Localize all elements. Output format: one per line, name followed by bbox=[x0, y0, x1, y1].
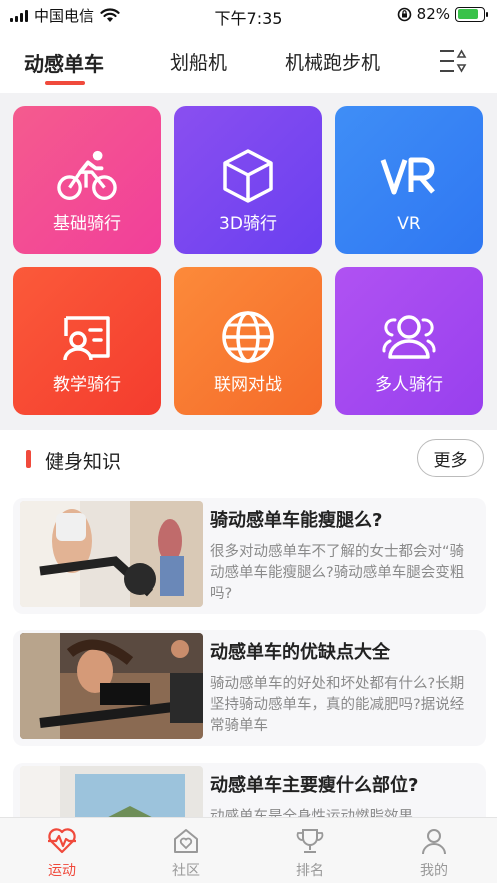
community-icon bbox=[174, 829, 198, 853]
nav-label: 运动 bbox=[48, 863, 76, 879]
battery-fill bbox=[457, 9, 478, 19]
mode-label: 3D骑行 bbox=[219, 214, 277, 234]
mode-tile-3d-ride[interactable]: 3D骑行 bbox=[174, 106, 322, 254]
mode-label: VR bbox=[397, 214, 421, 234]
article-title: 动感单车的优缺点大全 bbox=[210, 642, 390, 663]
tab-spin-bike[interactable]: 动感单车 bbox=[24, 48, 104, 77]
trophy-icon bbox=[296, 829, 324, 853]
nav-label: 社区 bbox=[172, 863, 200, 879]
battery-icon bbox=[455, 6, 488, 22]
nav-label: 我的 bbox=[420, 863, 448, 879]
group-icon bbox=[382, 315, 436, 359]
nav-item-profile[interactable]: 我的 bbox=[372, 818, 496, 883]
section-accent-bar bbox=[26, 450, 31, 468]
article-description: 骑动感单车的好处和坏处都有什么?长期坚持骑动感单车，真的能减肥吗?据说经常骑单车 bbox=[210, 676, 465, 734]
sort-menu-icon[interactable] bbox=[437, 44, 467, 78]
mode-grid: 基础骑行 3D骑行 VR 教学骑行 联网对战 多人骑行 bbox=[0, 93, 497, 430]
user-icon bbox=[422, 829, 446, 855]
mode-label: 多人骑行 bbox=[375, 375, 443, 395]
nav-item-ranking[interactable]: 排名 bbox=[248, 818, 372, 883]
tab-rowing-machine[interactable]: 划船机 bbox=[170, 48, 227, 75]
status-right: 82% bbox=[397, 5, 488, 23]
article-thumbnail bbox=[20, 633, 203, 739]
mode-label: 联网对战 bbox=[214, 375, 282, 395]
top-tabs: 动感单车 划船机 机械跑步机 bbox=[0, 38, 497, 90]
article-title: 骑动感单车能瘦腿么? bbox=[210, 510, 383, 531]
article-thumbnail bbox=[20, 501, 203, 607]
mode-tile-vr[interactable]: VR bbox=[335, 106, 483, 254]
teaching-icon bbox=[63, 316, 110, 361]
nav-item-community[interactable]: 社区 bbox=[124, 818, 248, 883]
mode-tile-online-battle[interactable]: 联网对战 bbox=[174, 267, 322, 415]
mode-tile-basic-ride[interactable]: 基础骑行 bbox=[13, 106, 161, 254]
mode-tile-multiplayer-ride[interactable]: 多人骑行 bbox=[335, 267, 483, 415]
section-title: 健身知识 bbox=[45, 451, 122, 473]
status-bar: 中国电信 下午7:35 82% bbox=[0, 0, 497, 30]
article-card[interactable]: 动感单车的优缺点大全 骑动感单车的好处和坏处都有什么?长期坚持骑动感单车，真的能… bbox=[13, 630, 486, 746]
article-card[interactable]: 骑动感单车能瘦腿么? 很多对动感单车不了解的女士都会对“骑动感单车能瘦腿么?骑动… bbox=[13, 498, 486, 614]
vr-icon bbox=[380, 157, 435, 195]
article-title: 动感单车主要瘦什么部位? bbox=[210, 775, 419, 796]
bottom-nav: 运动 社区 排名 我的 bbox=[0, 817, 497, 883]
cube-icon bbox=[223, 149, 273, 203]
globe-icon bbox=[222, 311, 274, 363]
nav-label: 排名 bbox=[296, 863, 324, 879]
bike-icon bbox=[57, 150, 117, 200]
active-tab-indicator bbox=[45, 81, 85, 85]
tab-treadmill[interactable]: 机械跑步机 bbox=[285, 48, 380, 75]
battery-percent: 82% bbox=[416, 5, 450, 23]
mode-label: 基础骑行 bbox=[53, 214, 121, 234]
pulse-heart-icon bbox=[48, 828, 76, 854]
mode-tile-teaching-ride[interactable]: 教学骑行 bbox=[13, 267, 161, 415]
knowledge-header: 健身知识 更多 bbox=[0, 436, 497, 482]
rotation-lock-icon bbox=[397, 7, 411, 21]
mode-label: 教学骑行 bbox=[53, 375, 121, 395]
more-button[interactable]: 更多 bbox=[417, 439, 484, 477]
article-description: 很多对动感单车不了解的女士都会对“骑动感单车能瘦腿么?骑动感单车腿会变粗吗? bbox=[210, 544, 465, 602]
nav-item-sport[interactable]: 运动 bbox=[0, 818, 124, 883]
